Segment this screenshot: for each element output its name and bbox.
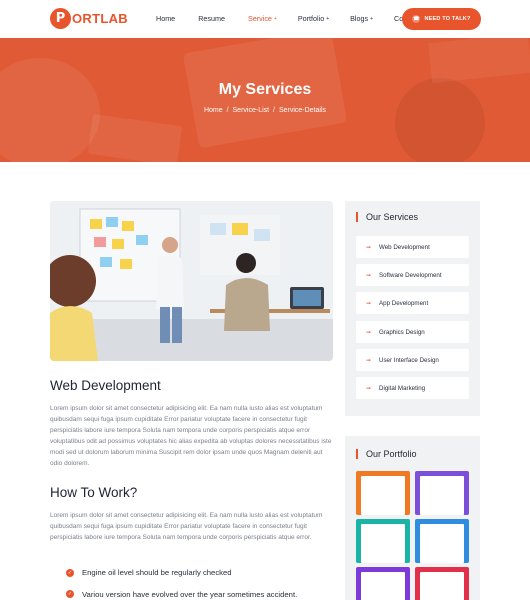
cta-label: NEED TO TALK? (424, 16, 471, 22)
breadcrumb-current: Service-Details (278, 107, 327, 114)
feature-list: ✓ Engine oil level should be regularly c… (66, 562, 297, 600)
logo-mark: P (50, 8, 71, 29)
portfolio-thumbnail[interactable] (415, 471, 469, 515)
service-link-label: User Interface Design (379, 356, 439, 364)
portfolio-widget-title: Our Portfolio (356, 449, 417, 459)
service-link-label: Web Development (379, 243, 430, 251)
office-meeting-illustration (50, 201, 333, 361)
nav-plus-icon: + (273, 15, 277, 22)
link-arrow-icon: ➞ (366, 244, 372, 251)
service-image (50, 201, 333, 361)
nav-label: Home (156, 14, 176, 23)
service-description: Lorem ipsum dolor sit amet consectetur a… (50, 405, 332, 467)
hero-decoration (87, 113, 183, 162)
need-to-talk-button[interactable]: ☎ NEED TO TALK? (402, 8, 481, 30)
services-widget: Our Services ➞ Web Development ➞ Software … (345, 201, 480, 416)
portfolio-widget: Our Portfolio (345, 436, 480, 600)
nav-item-home[interactable]: Home (156, 14, 177, 23)
how-to-work-heading: How To Work? (50, 485, 138, 500)
phone-icon: ☎ (412, 15, 421, 23)
thumbnail-screen (420, 476, 464, 515)
service-link-graphics-design[interactable]: ➞ Graphics Design (356, 321, 469, 343)
portfolio-thumbnail[interactable] (356, 471, 410, 515)
hero-decoration (428, 38, 530, 84)
nav-plus-icon: + (326, 15, 330, 22)
site-header: P ORTLAB Home Resume Service + Portfolio +… (0, 0, 530, 38)
portfolio-thumbnail[interactable] (415, 567, 469, 600)
breadcrumb-home-link[interactable]: Home (204, 107, 223, 114)
nav-item-blogs[interactable]: Blogs + (350, 14, 373, 23)
breadcrumb-separator: / (226, 107, 229, 114)
nav-item-service[interactable]: Service + (248, 14, 277, 23)
service-link-label: Graphics Design (379, 328, 425, 336)
thumbnail-screen (420, 524, 464, 563)
breadcrumb: Home / Service-List / Service-Details (0, 107, 530, 114)
list-item: ✓ Variou version have evolved over the y… (66, 584, 297, 600)
thumbnail-screen (361, 572, 405, 600)
service-heading: Web Development (50, 378, 161, 393)
thumbnail-screen (361, 476, 405, 515)
service-link-label: App Development (379, 299, 429, 307)
link-arrow-icon: ➞ (366, 329, 372, 336)
list-item-text: Variou version have evolved over the yea… (82, 589, 298, 599)
how-to-work-description: Lorem ipsum dolor sit amet consectetur a… (50, 512, 323, 541)
check-icon: ✓ (66, 568, 74, 577)
main-nav: Home Resume Service+ Portfolio+ Blogs+ C… (156, 14, 442, 23)
service-link-label: Software Development (379, 271, 442, 279)
nav-item-resume[interactable]: Resume (198, 14, 227, 23)
service-link-digital-marketing[interactable]: ➞ Digital Marketing (356, 377, 469, 399)
service-link-label: Digital Marketing (379, 384, 426, 392)
link-arrow-icon: ➞ (366, 300, 372, 307)
list-item: ✓ Engine oil level should be regularly c… (66, 562, 297, 584)
nav-label: Blogs (350, 14, 369, 23)
link-arrow-icon: ➞ (366, 357, 372, 364)
hero-banner: My Services Home / Service-List / Servic… (0, 38, 530, 162)
nav-label: Portfolio (297, 14, 325, 23)
link-arrow-icon: ➞ (366, 385, 372, 392)
portfolio-thumbnail[interactable] (415, 519, 469, 563)
nav-label: Service (247, 14, 272, 23)
thumbnail-screen (361, 524, 405, 563)
logo[interactable]: P ORTLAB (50, 8, 128, 29)
portfolio-thumbnail[interactable] (356, 567, 410, 600)
list-item-text: Engine oil level should be regularly che… (82, 568, 232, 578)
service-link-web-development[interactable]: ➞ Web Development (356, 236, 469, 258)
breadcrumb-service-list-link[interactable]: Service-List (233, 107, 270, 114)
page-title: My Services (218, 81, 312, 98)
portfolio-thumbnail[interactable] (356, 519, 410, 563)
nav-item-portfolio[interactable]: Portfolio + (298, 14, 329, 23)
services-widget-title: Our Services (356, 212, 418, 222)
thumbnail-screen (420, 572, 464, 600)
check-icon: ✓ (66, 590, 74, 599)
breadcrumb-separator: / (273, 107, 275, 114)
service-link-app-development[interactable]: ➞ App Development (356, 292, 469, 314)
nav-label: Resume (198, 14, 225, 23)
service-link-user-interface-design[interactable]: ➞ User Interface Design (356, 349, 469, 371)
service-link-software-development[interactable]: ➞ Software Development (356, 264, 469, 286)
logo-text: ORTLAB (72, 11, 128, 26)
link-arrow-icon: ➞ (366, 272, 372, 279)
nav-plus-icon: + (370, 15, 374, 22)
